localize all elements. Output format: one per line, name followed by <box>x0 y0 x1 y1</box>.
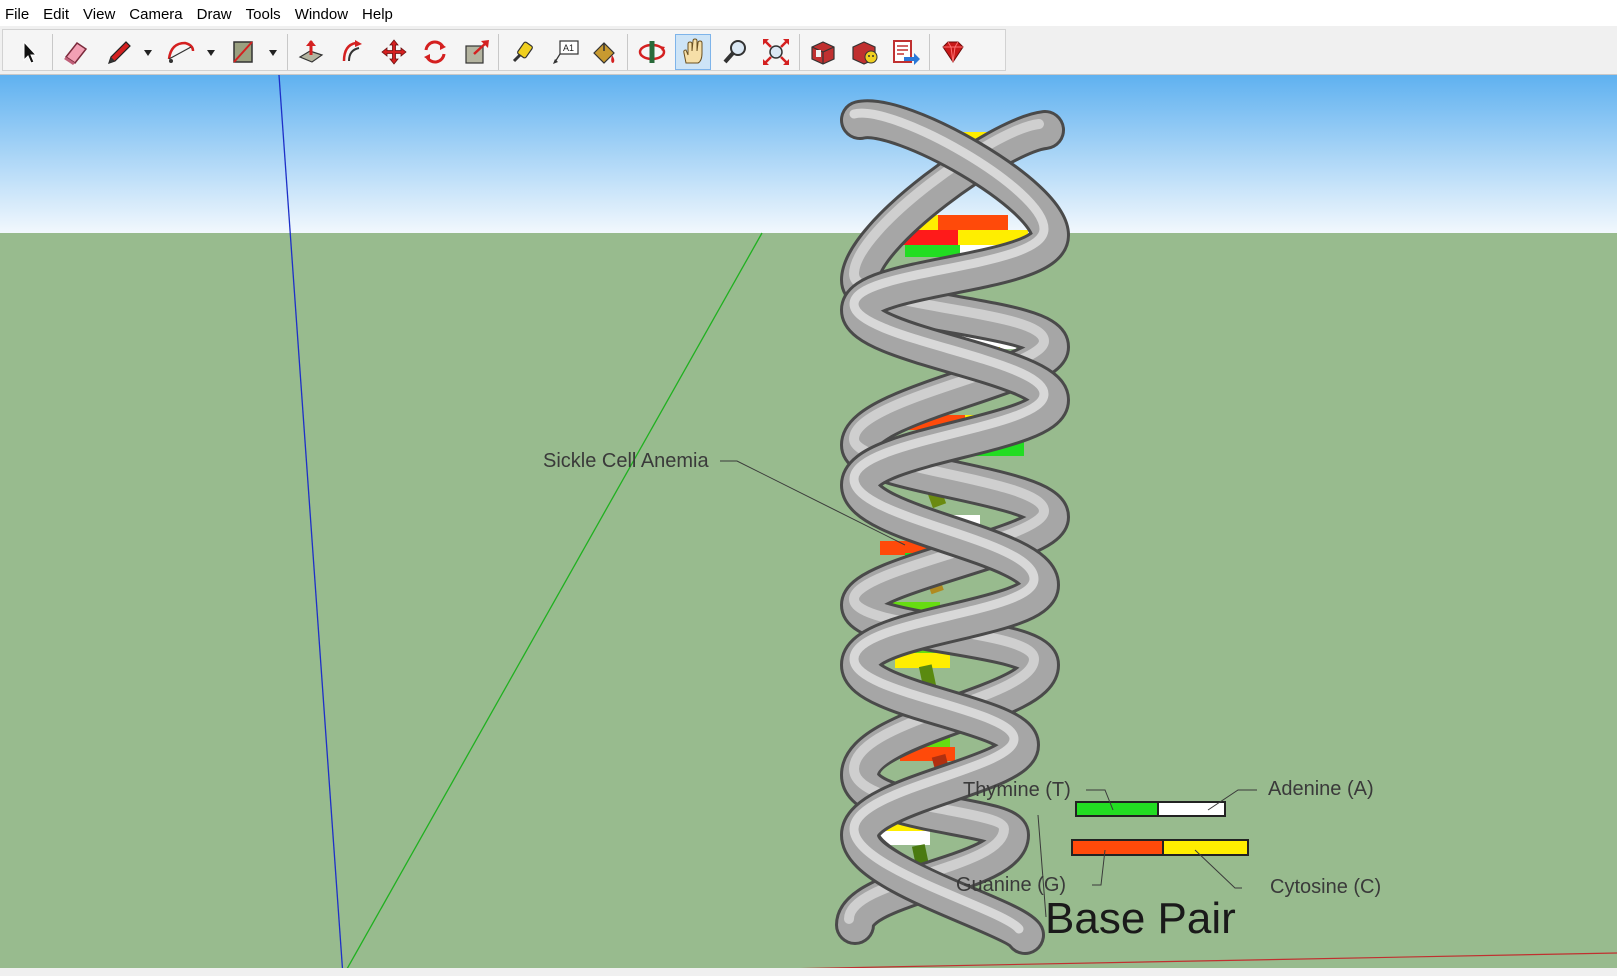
text-label-icon: A1 <box>553 40 579 64</box>
menu-edit[interactable]: Edit <box>36 0 76 26</box>
text-tool[interactable]: A1 <box>548 34 584 70</box>
scale-icon <box>465 40 489 64</box>
push-pull-tool[interactable] <box>293 34 329 70</box>
paint-bucket-tool[interactable] <box>586 34 622 70</box>
base-pair-label: Base Pair <box>1045 894 1236 943</box>
toolbar-separator <box>52 34 53 70</box>
rotate-tool[interactable] <box>417 34 453 70</box>
ground-plane <box>0 233 1617 976</box>
magnifier-icon <box>723 40 746 64</box>
toolbar: A1 <box>0 26 1617 75</box>
3d-warehouse-tool[interactable] <box>805 34 841 70</box>
move-icon <box>381 39 407 65</box>
orbit-icon <box>638 41 666 63</box>
rectangle-icon <box>233 41 253 63</box>
menu-draw[interactable]: Draw <box>190 0 239 26</box>
layout-icon <box>893 40 920 65</box>
sketchup-window: File Edit View Camera Draw Tools Window … <box>0 0 1617 976</box>
extension-icon <box>852 41 878 65</box>
menu-bar: File Edit View Camera Draw Tools Window … <box>0 0 1617 26</box>
paint-bucket-icon <box>593 42 615 64</box>
sickle-cell-anemia-label: Sickle Cell Anemia <box>543 450 709 472</box>
model-canvas[interactable] <box>0 74 1617 976</box>
menu-camera[interactable]: Camera <box>122 0 189 26</box>
rectangle-tool[interactable] <box>225 34 261 70</box>
svg-text:A1: A1 <box>563 43 574 53</box>
offset-tool[interactable] <box>335 34 371 70</box>
sky <box>0 75 1617 233</box>
getting-started-toolbar: A1 <box>2 29 1006 71</box>
adenine-label: Adenine (A) <box>1268 778 1374 800</box>
chevron-down-icon[interactable] <box>206 49 216 57</box>
eraser-tool[interactable] <box>57 34 93 70</box>
zoom-tool[interactable] <box>717 34 753 70</box>
zoom-extents-tool[interactable] <box>758 34 794 70</box>
toolbar-separator <box>929 34 930 70</box>
menu-view[interactable]: View <box>76 0 122 26</box>
hand-icon <box>683 38 703 64</box>
thymine-label: Thymine (T) <box>963 779 1071 801</box>
chevron-down-icon[interactable] <box>268 49 278 57</box>
arc-tool[interactable] <box>163 34 199 70</box>
line-tool[interactable] <box>101 34 137 70</box>
ruby-console-tool[interactable] <box>935 34 971 70</box>
extension-warehouse-tool[interactable] <box>847 34 883 70</box>
3d-viewport[interactable]: Sickle Cell Anemia Thymine (T) Adenine (… <box>0 74 1617 976</box>
menu-tools[interactable]: Tools <box>239 0 288 26</box>
menu-file[interactable]: File <box>0 0 36 26</box>
orbit-tool[interactable] <box>634 34 670 70</box>
status-bar <box>0 968 1617 976</box>
select-tool[interactable] <box>11 34 47 70</box>
arrow-cursor-icon <box>23 40 38 64</box>
move-tool[interactable] <box>376 34 412 70</box>
toolbar-separator <box>627 34 628 70</box>
toolbar-separator <box>498 34 499 70</box>
eraser-icon <box>64 41 88 65</box>
scale-tool[interactable] <box>459 34 495 70</box>
rotate-icon <box>424 40 446 64</box>
toolbar-separator <box>287 34 288 70</box>
chevron-down-icon[interactable] <box>143 49 153 57</box>
menu-window[interactable]: Window <box>288 0 355 26</box>
arc-icon <box>167 41 195 63</box>
warehouse-icon <box>811 41 835 65</box>
offset-icon <box>342 40 362 62</box>
send-to-layout-tool[interactable] <box>888 34 924 70</box>
toolbar-separator <box>799 34 800 70</box>
ruby-gem-icon <box>942 41 964 63</box>
menu-help[interactable]: Help <box>355 0 400 26</box>
cytosine-label: Cytosine (C) <box>1270 876 1382 898</box>
tape-measure-icon <box>512 41 533 63</box>
pan-tool[interactable] <box>675 34 711 70</box>
tape-measure-tool[interactable] <box>505 34 541 70</box>
zoom-extents-icon <box>763 39 789 65</box>
push-pull-icon <box>298 40 324 63</box>
pencil-icon <box>108 41 131 64</box>
